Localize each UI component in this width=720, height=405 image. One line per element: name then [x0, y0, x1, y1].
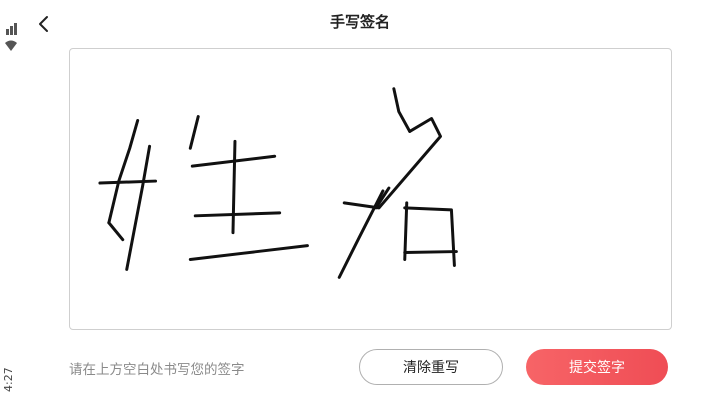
status-bar: 4:27 — [0, 0, 22, 405]
submit-signature-button[interactable]: 提交签字 — [526, 349, 668, 385]
clear-rewrite-button[interactable]: 清除重写 — [359, 349, 503, 385]
clear-rewrite-label: 清除重写 — [403, 360, 459, 376]
wifi-icon — [5, 40, 17, 51]
submit-signature-label: 提交签字 — [569, 360, 625, 376]
signature-canvas[interactable] — [69, 48, 672, 330]
page-title: 手写签名 — [329, 13, 390, 31]
status-time: 4:27 — [2, 367, 15, 392]
signature-strokes — [98, 87, 458, 279]
signature-hint: 请在上方空白处书写您的签字 — [69, 362, 245, 378]
